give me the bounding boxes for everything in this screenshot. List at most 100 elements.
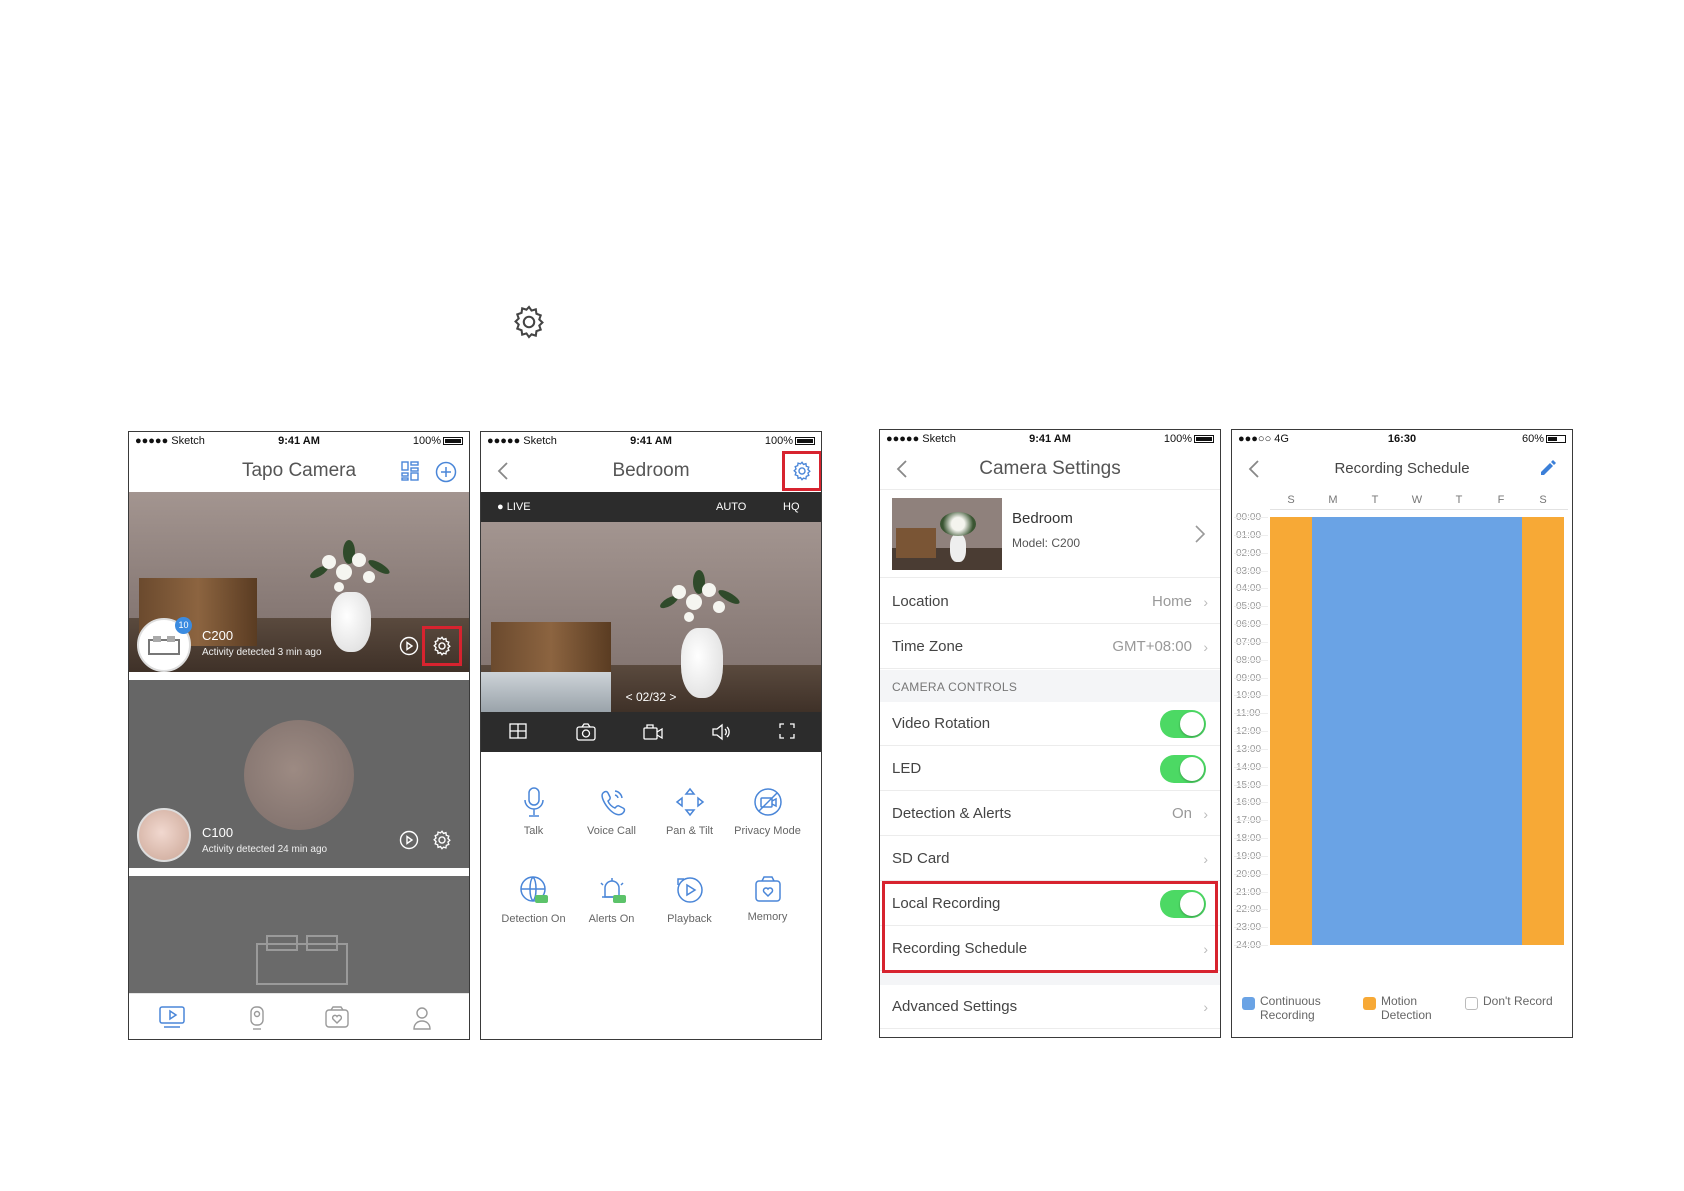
hour-gridline xyxy=(1234,820,1268,822)
weekday-label: S xyxy=(1539,494,1547,506)
detection-alerts-row[interactable]: Detection & Alerts On › xyxy=(880,792,1220,836)
memory-button[interactable]: Memory xyxy=(725,875,810,923)
detection-icon xyxy=(519,876,548,903)
microphone-icon xyxy=(523,787,544,817)
status-bar: ●●●●● Sketch 9:41 AM 100% xyxy=(880,430,1220,448)
hour-gridline xyxy=(1234,624,1268,625)
camera-tab-icon[interactable] xyxy=(249,1006,265,1030)
memory-icon xyxy=(754,876,781,902)
chevron-right-icon xyxy=(1195,525,1206,543)
pan-tilt-icon xyxy=(675,787,704,817)
fullscreen-icon[interactable] xyxy=(779,723,795,739)
highlight-box xyxy=(882,881,1218,973)
hour-gridline xyxy=(1234,713,1268,715)
page-title: Camera Settings xyxy=(979,458,1121,479)
led-toggle[interactable] xyxy=(1160,755,1206,783)
highlight-box xyxy=(422,626,462,666)
weekday-label: T xyxy=(1455,494,1463,506)
voice-call-button[interactable]: Voice Call xyxy=(569,787,654,837)
talk-button[interactable]: Talk xyxy=(491,787,576,837)
camera-card[interactable]: 10 C200 Activity detected 3 min ago xyxy=(129,492,469,672)
video-controls xyxy=(481,712,821,752)
battery: 60% xyxy=(1522,433,1566,445)
schedule-day-column[interactable] xyxy=(1438,517,1480,945)
camera-card[interactable]: C100 Activity detected 24 min ago xyxy=(129,680,469,868)
pan-tilt-button[interactable]: Pan & Tilt xyxy=(647,787,732,837)
schedule-day-column[interactable] xyxy=(1480,517,1522,945)
notification-badge: 10 xyxy=(175,617,192,634)
settings-gear-icon xyxy=(514,305,544,339)
nav-bar: Camera Settings xyxy=(880,448,1220,490)
tab-bar xyxy=(129,993,469,1039)
nav-bar: Tapo Camera xyxy=(129,450,469,492)
hq-button[interactable]: HQ xyxy=(783,501,800,513)
status-bar: ●●●○○ 4G 16:30 60% xyxy=(1232,430,1572,448)
legend-swatch xyxy=(1242,997,1255,1010)
hour-gridline xyxy=(1234,570,1268,572)
hour-gridline xyxy=(1234,891,1268,893)
alerts-icon xyxy=(599,878,626,903)
hour-gridline xyxy=(1234,731,1268,732)
timezone-row[interactable]: Time Zone GMT+08:00 › xyxy=(880,625,1220,669)
camera-activity: Activity detected 3 min ago xyxy=(202,647,322,658)
highlight-box xyxy=(782,451,821,491)
live-indicator: ● LIVE xyxy=(497,501,531,513)
edit-pencil-icon[interactable] xyxy=(1538,458,1558,478)
location-row[interactable]: Location Home › xyxy=(880,580,1220,624)
battery: 100% xyxy=(1164,433,1214,445)
schedule-day-column[interactable] xyxy=(1396,517,1438,945)
weekday-label: M xyxy=(1328,494,1338,506)
live-view-screen: ●●●●● Sketch 9:41 AM 100% Bedroom ● LIVE… xyxy=(480,431,822,1040)
privacy-mode-button[interactable]: Privacy Mode xyxy=(725,787,810,837)
legend-swatch xyxy=(1363,997,1376,1010)
status-bar: ●●●●● Sketch 9:41 AM 100% xyxy=(481,432,821,450)
hour-gridline xyxy=(1234,909,1268,911)
hour-gridline xyxy=(1234,517,1268,518)
detection-button[interactable]: Detection On xyxy=(491,875,576,925)
camera-card[interactable] xyxy=(129,876,469,994)
battery: 100% xyxy=(413,435,463,447)
live-video[interactable]: < 02/32 > xyxy=(481,522,821,712)
schedule-day-column[interactable] xyxy=(1522,517,1564,945)
hour-gridline xyxy=(1234,784,1268,786)
schedule-day-column[interactable] xyxy=(1270,517,1312,945)
video-rotation-toggle[interactable] xyxy=(1160,710,1206,738)
legend-swatch xyxy=(1465,997,1478,1010)
multi-view-icon[interactable] xyxy=(509,723,527,739)
page-counter[interactable]: < 02/32 > xyxy=(481,690,821,704)
camera-settings-gear-icon[interactable] xyxy=(431,829,453,851)
profile-tab-icon[interactable] xyxy=(413,1006,431,1030)
schedule-day-column[interactable] xyxy=(1312,517,1354,945)
playback-icon xyxy=(676,877,703,903)
advanced-settings-row[interactable]: Advanced Settings › xyxy=(880,985,1220,1029)
memory-tab-icon[interactable] xyxy=(325,1006,349,1028)
status-bar: ●●●●● Sketch 9:41 AM 100% xyxy=(129,432,469,450)
grid-view-icon[interactable] xyxy=(401,461,419,481)
volume-icon[interactable] xyxy=(711,723,731,741)
playback-icon[interactable] xyxy=(399,830,419,850)
page-title: Bedroom xyxy=(612,460,690,481)
playback-icon[interactable] xyxy=(399,636,419,656)
led-row: LED xyxy=(880,747,1220,791)
add-device-icon[interactable] xyxy=(435,461,457,483)
schedule-day-column[interactable] xyxy=(1354,517,1396,945)
alerts-button[interactable]: Alerts On xyxy=(569,875,654,925)
device-row[interactable]: Bedroom Model: C200 xyxy=(880,490,1220,578)
playback-button[interactable]: Playback xyxy=(647,875,732,925)
section-header: CAMERA CONTROLS xyxy=(880,670,1220,702)
camera-avatar xyxy=(137,808,191,862)
phone-icon xyxy=(600,790,625,816)
hour-gridline xyxy=(1234,748,1268,750)
hour-gridline xyxy=(1234,552,1268,554)
sd-card-row[interactable]: SD Card › xyxy=(880,837,1220,881)
hour-gridline xyxy=(1234,641,1268,643)
auto-quality-button[interactable]: AUTO xyxy=(716,501,746,513)
snapshot-icon[interactable] xyxy=(576,723,596,741)
hour-gridline xyxy=(1234,695,1268,697)
device-name: Bedroom xyxy=(1012,510,1073,527)
camera-settings-screen: ●●●●● Sketch 9:41 AM 100% Camera Setting… xyxy=(879,429,1221,1038)
record-icon[interactable] xyxy=(643,723,663,741)
recording-schedule-screen: ●●●○○ 4G 16:30 60% Recording Schedule S M… xyxy=(1231,429,1573,1038)
nav-bar: Recording Schedule xyxy=(1232,448,1572,490)
video-tab-icon[interactable] xyxy=(159,1006,185,1028)
